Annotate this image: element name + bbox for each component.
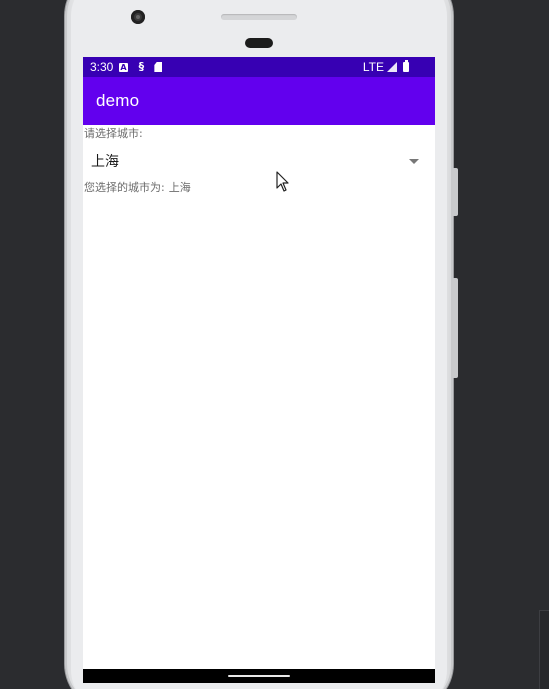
navigation-bar bbox=[83, 669, 435, 683]
earpiece bbox=[245, 38, 273, 48]
sd-card-icon bbox=[154, 62, 163, 72]
signal-icon bbox=[387, 62, 397, 72]
main-content: 请选择城市: 上海 您选择的城市为: 上海 bbox=[83, 125, 435, 195]
result-value: 上海 bbox=[168, 181, 191, 194]
volume-button[interactable] bbox=[453, 278, 458, 378]
mouse-pointer-icon bbox=[276, 171, 289, 192]
home-gesture-pill[interactable] bbox=[228, 675, 290, 677]
notification-a-icon bbox=[119, 58, 129, 78]
window-corner bbox=[539, 610, 549, 689]
city-spinner[interactable]: 上海 bbox=[83, 141, 435, 192]
speaker-grille bbox=[221, 14, 297, 20]
app-title: demo bbox=[96, 91, 140, 110]
spinner-selected-value: 上海 bbox=[91, 154, 119, 170]
result-label: 您选择的城市为: bbox=[84, 181, 165, 194]
front-camera-icon bbox=[131, 10, 145, 24]
network-type: LTE bbox=[362, 60, 384, 74]
status-time: 3:30 bbox=[90, 60, 114, 74]
city-prompt-label: 请选择城市: bbox=[84, 127, 143, 140]
battery-icon bbox=[403, 60, 409, 72]
power-button[interactable] bbox=[453, 168, 458, 216]
status-bar: 3:30 § LTE bbox=[83, 57, 435, 78]
status-left: 3:30 § bbox=[90, 57, 171, 78]
debug-icon: § bbox=[138, 60, 145, 73]
device-screen: 3:30 § LTE demo 请选择城市: 上海 bbox=[83, 57, 435, 683]
dropdown-arrow-icon[interactable] bbox=[409, 159, 419, 164]
app-bar: demo bbox=[83, 77, 435, 125]
desktop-background: 3:30 § LTE demo 请选择城市: 上海 bbox=[0, 0, 549, 689]
status-right: LTE bbox=[363, 57, 409, 77]
result-line: 您选择的城市为: 上海 bbox=[83, 181, 435, 195]
